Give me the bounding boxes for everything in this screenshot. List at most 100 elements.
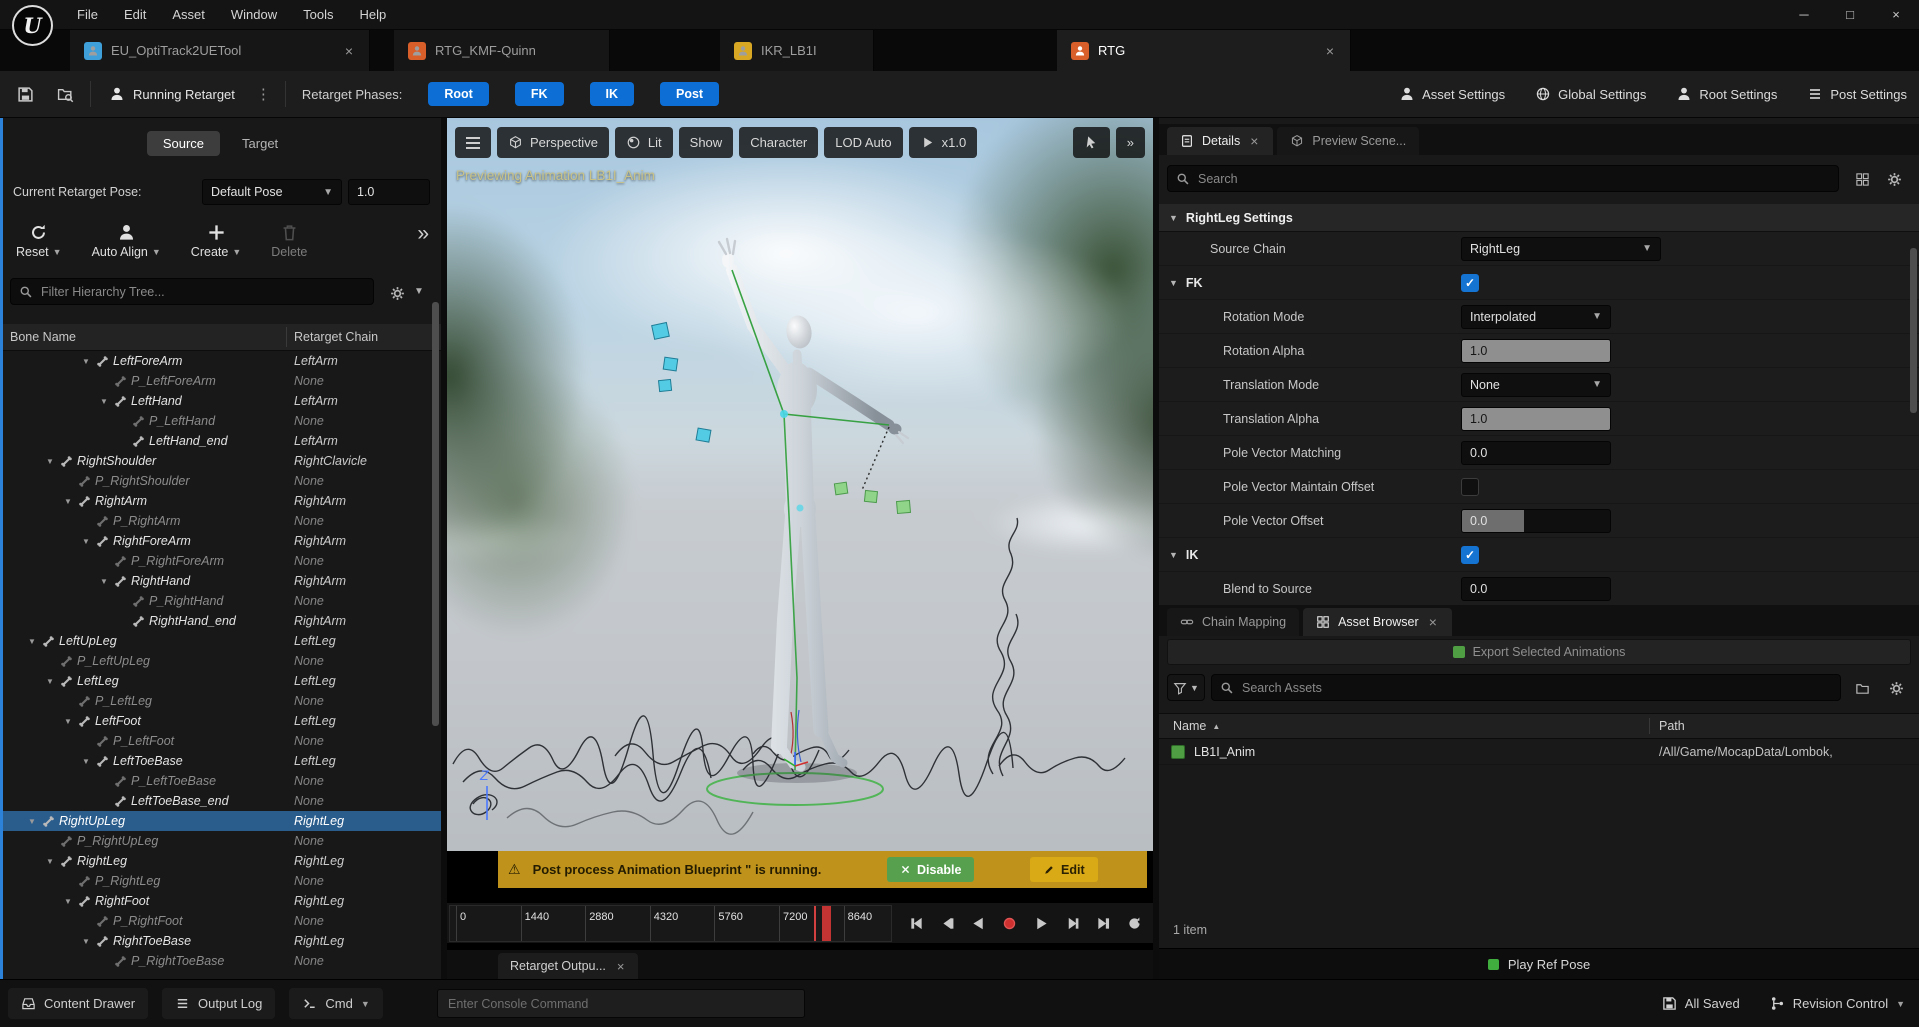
ik-target-cubes-cyan[interactable]: [651, 321, 712, 443]
expand-arrow-icon[interactable]: ▼: [46, 677, 60, 686]
asset-row-lb1i-anim[interactable]: LB1I_Anim/All/Game/MocapData/Lombok,: [1159, 739, 1919, 765]
hierarchy-filter-input[interactable]: [11, 284, 373, 299]
expand-arrow-icon[interactable]: ▼: [64, 497, 78, 506]
bone-row-rightarm[interactable]: ▼ RightArm RightArm: [0, 491, 441, 511]
bone-row-leftleg[interactable]: ▼ LeftLeg LeftLeg: [0, 671, 441, 691]
bone-row-righthand[interactable]: ▼ RightHand RightArm: [0, 571, 441, 591]
bone-row-lefttoebase-end[interactable]: LeftToeBase_end None: [0, 791, 441, 811]
tab-details[interactable]: Details ×: [1167, 127, 1274, 155]
bone-row-p-rightupleg[interactable]: P_RightUpLeg None: [0, 831, 441, 851]
step-forward-button[interactable]: [1058, 909, 1086, 938]
phase-post-button[interactable]: Post: [660, 82, 720, 106]
retarget-pose-dropdown[interactable]: Default Pose ▼: [202, 179, 342, 205]
toolbar-overflow-button[interactable]: »: [417, 222, 429, 246]
bone-row-p-rightleg[interactable]: P_RightLeg None: [0, 871, 441, 891]
bone-row-p-lefthand[interactable]: P_LeftHand None: [0, 411, 441, 431]
column-name[interactable]: Name ▲: [1173, 719, 1220, 733]
save-button[interactable]: [10, 79, 40, 109]
select-mode-button[interactable]: [1072, 127, 1110, 158]
column-retarget-chain[interactable]: Retarget Chain: [294, 330, 378, 344]
vp-x1-0-button[interactable]: x1.0: [908, 127, 978, 158]
menu-asset[interactable]: Asset: [159, 0, 218, 29]
ik-checkbox[interactable]: ✓: [1461, 545, 1479, 564]
bone-row-p-leftforearm[interactable]: P_LeftForeArm None: [0, 371, 441, 391]
rotation-mode-dropdown[interactable]: Interpolated ▼: [1461, 304, 1611, 329]
tab-preview-scene[interactable]: Preview Scene...: [1277, 127, 1420, 155]
tab-chain-mapping[interactable]: Chain Mapping: [1167, 608, 1300, 636]
cmd-button[interactable]: Cmd ▼: [289, 988, 383, 1019]
vp-lod-auto-button[interactable]: LOD Auto: [824, 127, 903, 158]
root-settings-button[interactable]: Root Settings: [1676, 86, 1777, 102]
play-button[interactable]: [1027, 909, 1055, 938]
loop-button[interactable]: [1121, 909, 1149, 938]
vp-lit-button[interactable]: Lit: [614, 127, 673, 158]
browse-folder-button[interactable]: [1849, 675, 1875, 701]
expand-arrow-icon[interactable]: ▼: [46, 457, 60, 466]
expand-arrow-icon[interactable]: ▼: [28, 817, 42, 826]
bone-row-rightleg[interactable]: ▼ RightLeg RightLeg: [0, 851, 441, 871]
tab-asset-browser[interactable]: Asset Browser ×: [1303, 608, 1452, 636]
export-selected-animations-button[interactable]: Export Selected Animations: [1167, 639, 1911, 665]
column-bone-name[interactable]: Bone Name: [10, 330, 76, 344]
translation-mode-dropdown[interactable]: None ▼: [1461, 372, 1611, 397]
bone-row-lefthand[interactable]: ▼ LeftHand LeftArm: [0, 391, 441, 411]
filter-settings-button[interactable]: [384, 280, 410, 306]
menu-edit[interactable]: Edit: [111, 0, 159, 29]
go-to-end-button[interactable]: [1090, 909, 1118, 938]
chevron-down-icon[interactable]: ▼: [1169, 550, 1178, 560]
bone-row-p-rightfoot[interactable]: P_RightFoot None: [0, 911, 441, 931]
asset-settings-button[interactable]: Asset Settings: [1399, 86, 1505, 102]
revision-control-button[interactable]: Revision Control ▼: [1770, 996, 1905, 1011]
maximize-button[interactable]: □: [1827, 0, 1873, 29]
bone-row-p-rightarm[interactable]: P_RightArm None: [0, 511, 441, 531]
details-search-input[interactable]: [1168, 171, 1838, 186]
source-chain-dropdown[interactable]: RightLeg ▼: [1461, 236, 1661, 261]
editor-tab-eu-optitrack2uetool[interactable]: EU_OptiTrack2UETool ×: [70, 30, 370, 71]
bone-row-leftforearm[interactable]: ▼ LeftForeArm LeftArm: [0, 351, 441, 371]
close-button[interactable]: ×: [1873, 0, 1919, 29]
close-icon[interactable]: ×: [615, 959, 627, 974]
ik-target-cubes-green[interactable]: [833, 481, 912, 515]
bone-row-righthand-end[interactable]: RightHand_end RightArm: [0, 611, 441, 631]
phase-fk-button[interactable]: FK: [514, 82, 564, 106]
menu-help[interactable]: Help: [346, 0, 399, 29]
asset-settings-button[interactable]: [1883, 675, 1909, 701]
bone-row-p-leftleg[interactable]: P_LeftLeg None: [0, 691, 441, 711]
chevron-down-icon[interactable]: ▼: [1169, 278, 1178, 288]
expand-arrow-icon[interactable]: ▼: [46, 857, 60, 866]
pole-vector-matching-field[interactable]: 0.0: [1461, 440, 1611, 465]
expand-arrow-icon[interactable]: ▼: [82, 357, 96, 366]
bone-row-rightfoot[interactable]: ▼ RightFoot RightLeg: [0, 891, 441, 911]
play-ref-pose-button[interactable]: Play Ref Pose: [1159, 948, 1919, 979]
bone-row-p-righttoebase[interactable]: P_RightToeBase None: [0, 951, 441, 971]
rotation-alpha-slider[interactable]: 1.0: [1461, 338, 1611, 363]
expand-arrow-icon[interactable]: ▼: [64, 717, 78, 726]
viewport-3d-scene[interactable]: Z Perspective Lit Show Character LOD Auto x1.…: [447, 118, 1153, 851]
expand-arrow-icon[interactable]: ▼: [100, 397, 114, 406]
all-saved-button[interactable]: All Saved: [1662, 996, 1740, 1011]
expand-arrow-icon[interactable]: ▼: [28, 637, 42, 646]
bone-row-rightshoulder[interactable]: ▼ RightShoulder RightClavicle: [0, 451, 441, 471]
phase-ik-button[interactable]: IK: [589, 82, 634, 106]
asset-filter-button[interactable]: ▼: [1167, 674, 1205, 701]
bone-row-rightupleg[interactable]: ▼ RightUpLeg RightLeg: [0, 811, 441, 831]
post-settings-button[interactable]: Post Settings: [1807, 86, 1907, 102]
disable-button[interactable]: Disable: [887, 857, 975, 882]
display-options-button[interactable]: [1849, 166, 1875, 192]
column-path[interactable]: Path: [1659, 719, 1685, 733]
bone-row-leftupleg[interactable]: ▼ LeftUpLeg LeftLeg: [0, 631, 441, 651]
expand-arrow-icon[interactable]: ▼: [100, 577, 114, 586]
bone-row-leftfoot[interactable]: ▼ LeftFoot LeftLeg: [0, 711, 441, 731]
play-reverse-button[interactable]: [965, 909, 993, 938]
step-back-button[interactable]: [933, 909, 961, 938]
menu-window[interactable]: Window: [218, 0, 290, 29]
phase-root-button[interactable]: Root: [428, 82, 489, 106]
content-drawer-button[interactable]: Content Drawer: [8, 988, 149, 1019]
details-settings-button[interactable]: [1881, 166, 1907, 192]
menu-file[interactable]: File: [64, 0, 111, 29]
auto-align-button[interactable]: Auto Align ▼: [92, 223, 161, 259]
details-scrollbar[interactable]: [1910, 248, 1917, 413]
tab-source[interactable]: Source: [146, 130, 221, 156]
bone-row-lefthand-end[interactable]: LeftHand_end LeftArm: [0, 431, 441, 451]
vp-perspective-button[interactable]: Perspective: [497, 127, 609, 158]
